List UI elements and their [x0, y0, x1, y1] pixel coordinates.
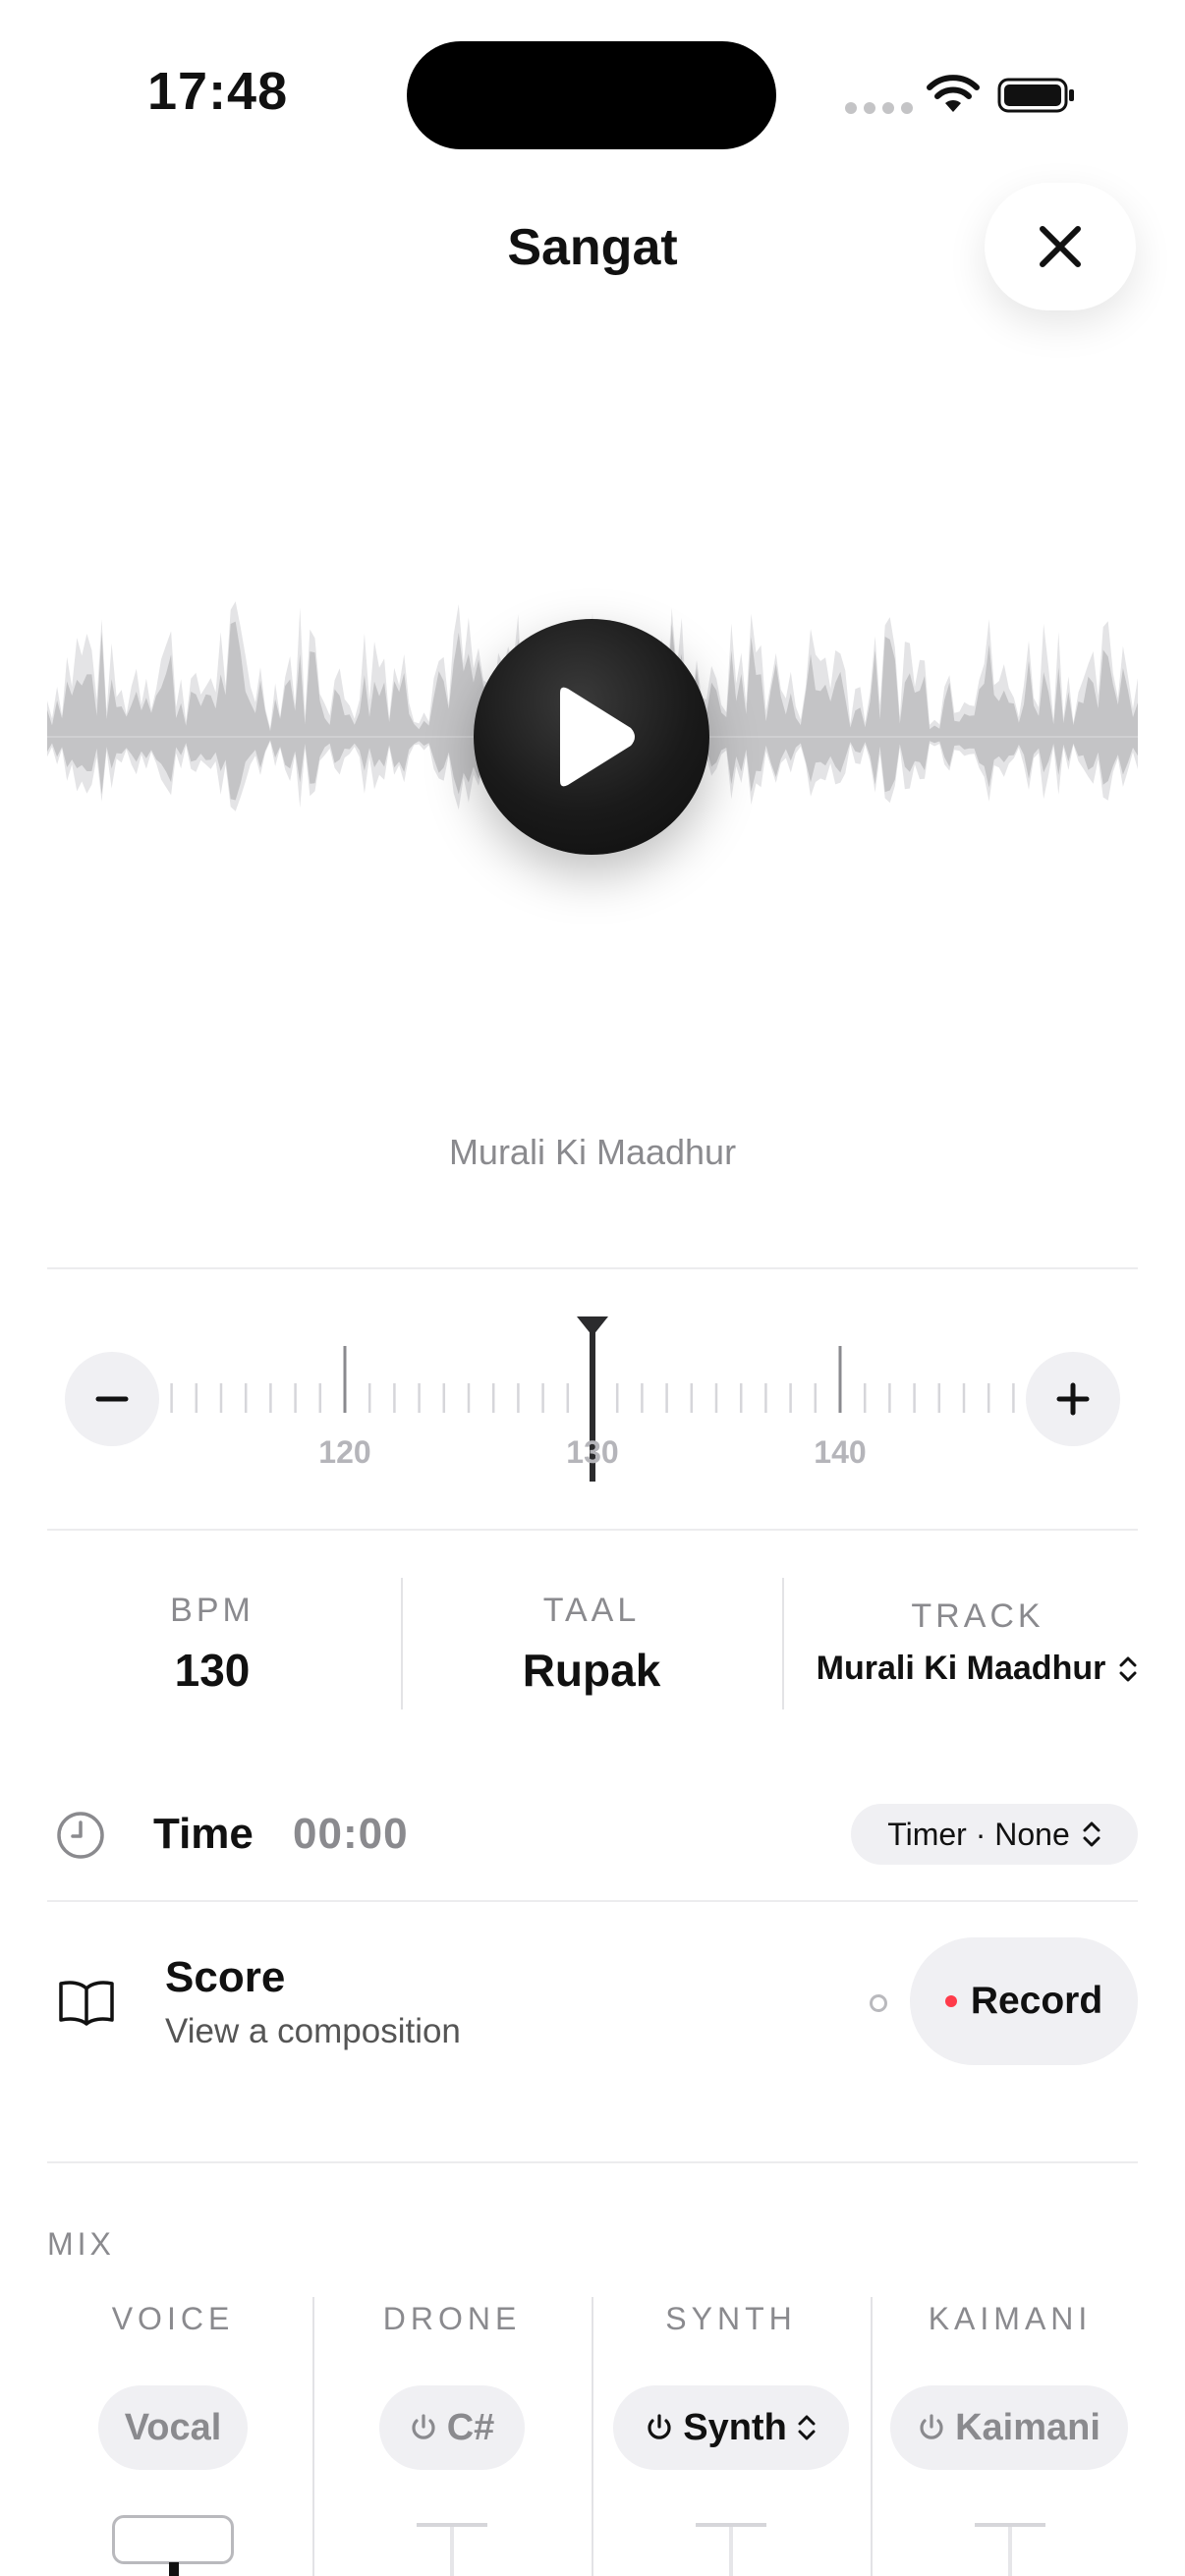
channel-label-synth: SYNTH: [665, 2301, 797, 2336]
mix-section-label: MIX: [47, 2226, 115, 2262]
battery-icon: [997, 78, 1074, 113]
chevron-up-down-icon: [1083, 1821, 1100, 1847]
taal-stat[interactable]: TAAL Rupak: [474, 1592, 709, 1697]
voice-channel-label: Vocal: [124, 2406, 222, 2448]
divider: [47, 1267, 1138, 1269]
synth-fader-track: [729, 2527, 733, 2576]
taal-label: TAAL: [542, 1592, 641, 1629]
channel-label-voice: VOICE: [111, 2301, 235, 2336]
channel-label-kaimani: KAIMANI: [928, 2301, 1093, 2336]
record-dot-icon: [944, 1995, 957, 2007]
cellular-signal-icon: [845, 102, 913, 114]
divider: [871, 2297, 873, 2576]
book-icon: [59, 1981, 114, 2026]
increase-bpm-button[interactable]: [1026, 1352, 1120, 1446]
ruler-tick-label: 120: [318, 1434, 371, 1470]
ruler-tick-label: 140: [814, 1434, 867, 1470]
track-stat[interactable]: TRACK Murali Ki Maadhur: [798, 1592, 1157, 1688]
play-icon: [560, 687, 635, 787]
score-subtitle[interactable]: View a composition: [165, 2012, 461, 2051]
bpm-label: BPM: [170, 1592, 254, 1629]
drone-channel-label: C#: [446, 2406, 495, 2448]
track-selector[interactable]: Murali Ki Maadhur: [798, 1650, 1157, 1688]
divider: [47, 1529, 1138, 1531]
play-button[interactable]: [474, 619, 709, 855]
power-icon: [648, 2414, 671, 2439]
track-label: TRACK: [911, 1597, 1044, 1635]
status-time: 17:48: [147, 62, 289, 121]
divider: [47, 1900, 1138, 1902]
minus-icon: [95, 1396, 129, 1402]
divider: [401, 1578, 403, 1709]
track-value: Murali Ki Maadhur: [816, 1650, 1106, 1687]
elapsed-time: 00:00: [293, 1810, 409, 1858]
synth-channel-label: Synth: [683, 2406, 787, 2448]
kaimani-channel-toggle[interactable]: Kaimani: [890, 2385, 1128, 2470]
status-icons: [845, 69, 1081, 124]
wifi-icon: [927, 75, 980, 112]
status-indicator: [870, 1994, 887, 2012]
kaimani-fader-track: [1008, 2527, 1012, 2576]
divider: [312, 2297, 314, 2576]
bpm-stat: BPM 130: [94, 1592, 330, 1697]
drone-fader-track: [450, 2527, 454, 2576]
score-title[interactable]: Score: [165, 1953, 285, 2002]
clock-icon: [57, 1812, 104, 1859]
kaimani-channel-label: Kaimani: [955, 2406, 1100, 2448]
power-icon: [920, 2414, 943, 2439]
close-button[interactable]: [985, 183, 1136, 310]
decrease-bpm-button[interactable]: [65, 1352, 159, 1446]
record-label: Record: [970, 1980, 1103, 2022]
chevron-up-down-icon: [1119, 1656, 1137, 1681]
chevron-up-down-icon: [798, 2415, 816, 2440]
voice-fader-track: [169, 2562, 179, 2576]
bpm-value: 130: [174, 1645, 251, 1696]
record-button[interactable]: Record: [910, 1937, 1138, 2065]
voice-fader-handle[interactable]: [112, 2515, 234, 2564]
ruler-pointer-icon: [577, 1316, 608, 1336]
divider: [47, 2161, 1138, 2163]
now-playing-title: Murali Ki Maadhur: [448, 1132, 737, 1172]
close-icon: [1040, 226, 1081, 267]
drone-channel-toggle[interactable]: C#: [379, 2385, 525, 2470]
channel-label-drone: DRONE: [382, 2301, 522, 2336]
voice-channel-toggle[interactable]: Vocal: [98, 2385, 248, 2470]
ruler-tick-label: 130: [566, 1434, 619, 1470]
timer-dropdown-label: Timer · None: [887, 1816, 1070, 1852]
plus-icon: [1056, 1382, 1090, 1416]
time-label: Time: [153, 1810, 254, 1858]
timer-dropdown[interactable]: Timer · None: [851, 1804, 1138, 1865]
divider: [782, 1578, 784, 1709]
power-icon: [412, 2414, 435, 2439]
dynamic-island: [407, 41, 776, 149]
synth-channel-selector[interactable]: Synth: [613, 2385, 849, 2470]
taal-value: Rupak: [522, 1645, 661, 1696]
divider: [592, 2297, 593, 2576]
